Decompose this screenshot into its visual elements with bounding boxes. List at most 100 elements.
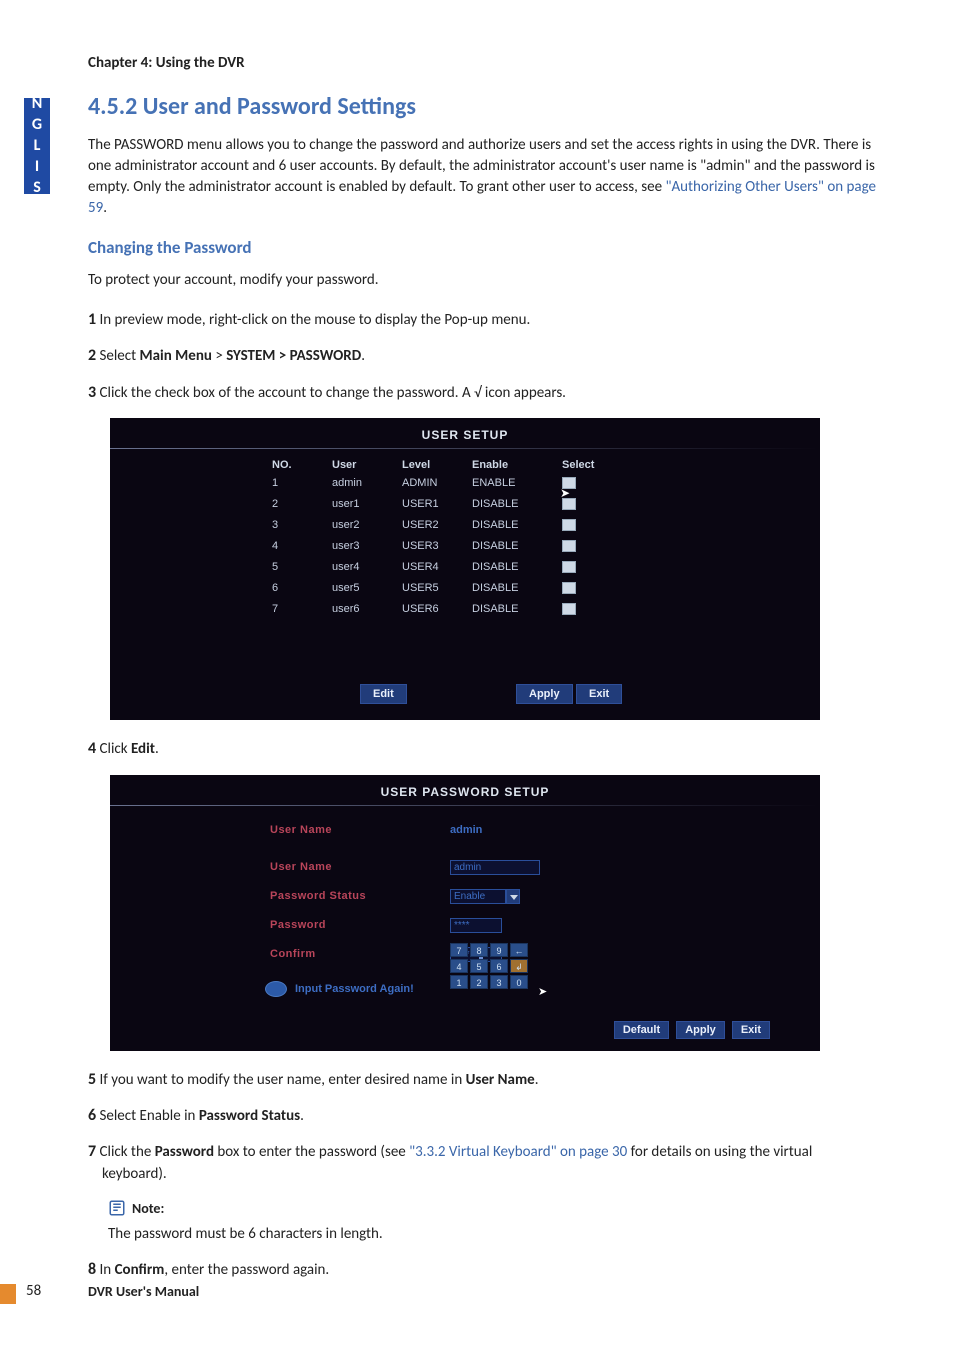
td-level: USER3 [402, 540, 472, 555]
td-level: USER1 [402, 498, 472, 513]
td-select[interactable] [562, 498, 622, 513]
td-select[interactable] [562, 540, 622, 555]
td-user: user4 [332, 561, 402, 576]
input-password[interactable]: **** [450, 918, 502, 933]
cursor-icon: ➤ [560, 486, 570, 500]
th-user: User [332, 459, 402, 471]
intro-paragraph: The PASSWORD menu allows you to change t… [88, 135, 878, 219]
checkbox-icon[interactable] [562, 540, 576, 552]
step-2-mid: > [212, 347, 226, 365]
key-backspace-icon[interactable]: ← [510, 943, 528, 957]
input-user-name[interactable]: admin [450, 860, 540, 875]
user-table: NO. User Level Enable Select 1 admin ADM… [272, 459, 820, 618]
td-level: USER2 [402, 519, 472, 534]
step-2-post: . [361, 347, 365, 365]
language-tab-label: ENGLISH [28, 73, 47, 220]
step-2-b2: SYSTEM > PASSWORD [226, 347, 361, 365]
apply-button[interactable]: Apply [676, 1021, 725, 1039]
key-2[interactable]: 2 [470, 975, 488, 989]
td-user: user1 [332, 498, 402, 513]
checkbox-icon[interactable] [562, 582, 576, 594]
td-user: user3 [332, 540, 402, 555]
step-8-num: 8 [88, 1260, 96, 1279]
td-no: 6 [272, 582, 332, 597]
td-enable: DISABLE [472, 582, 562, 597]
input-user-name-wrap: admin [450, 860, 650, 875]
exit-button[interactable]: Exit [732, 1021, 770, 1039]
label-password-status: Password Status [270, 890, 450, 902]
page-content: Chapter 4: Using the DVR 4.5.2 User and … [88, 54, 878, 1295]
td-no: 2 [272, 498, 332, 513]
virtual-keypad: 7 8 9 ← 4 5 6 ↲ 1 2 3 0 [450, 943, 528, 989]
th-enable: Enable [472, 459, 562, 471]
label-user-name: User Name [270, 861, 450, 873]
checkbox-icon[interactable] [562, 561, 576, 573]
td-enable: DISABLE [472, 540, 562, 555]
exit-button[interactable]: Exit [576, 684, 622, 704]
subsection-title: Changing the Password [88, 237, 878, 258]
td-enable: ENABLE [472, 477, 562, 492]
key-0[interactable]: 0 [510, 975, 528, 989]
step-4-pre: Click [96, 740, 131, 758]
step-5-post: . [535, 1071, 539, 1089]
step-3-text: Click the check box of the account to ch… [96, 384, 566, 402]
key-3[interactable]: 3 [490, 975, 508, 989]
step-3: 3 Click the check box of the account to … [88, 382, 878, 404]
step-8-b: Confirm [115, 1261, 165, 1279]
td-select[interactable] [562, 582, 622, 597]
page-number: 58 [26, 1282, 41, 1300]
default-button[interactable]: Default [614, 1021, 669, 1039]
select-password-status[interactable]: Enable [450, 889, 506, 904]
step-6-pre: Select Enable in [96, 1107, 199, 1125]
user-setup-screenshot: USER SETUP NO. User Level Enable Select … [110, 418, 820, 720]
chevron-down-icon[interactable] [506, 889, 520, 904]
user-password-setup-screenshot: USER PASSWORD SETUP User Name admin User… [110, 775, 820, 1051]
step-6-post: . [300, 1107, 304, 1125]
apply-button[interactable]: Apply [516, 684, 573, 704]
step-1: 1 In preview mode, right-click on the mo… [88, 309, 878, 331]
td-level: USER4 [402, 561, 472, 576]
speech-bubble-icon [265, 981, 287, 997]
key-5[interactable]: 5 [470, 959, 488, 973]
key-4[interactable]: 4 [450, 959, 468, 973]
step-4-post: . [155, 740, 159, 758]
key-6[interactable]: 6 [490, 959, 508, 973]
step-2-b1: Main Menu [140, 347, 212, 365]
chapter-heading: Chapter 4: Using the DVR [88, 54, 878, 72]
td-no: 1 [272, 477, 332, 492]
td-level: ADMIN [402, 477, 472, 492]
intro-after: . [103, 199, 107, 217]
td-select[interactable] [562, 519, 622, 534]
key-9[interactable]: 9 [490, 943, 508, 957]
input-tip: Input Password Again! [265, 981, 414, 997]
key-7[interactable]: 7 [450, 943, 468, 957]
td-enable: DISABLE [472, 519, 562, 534]
step-8-post: , enter the password again. [164, 1261, 329, 1279]
td-no: 7 [272, 603, 332, 618]
checkbox-icon[interactable] [562, 603, 576, 615]
key-1[interactable]: 1 [450, 975, 468, 989]
td-select[interactable] [562, 477, 622, 492]
step-4: 4 Click Edit. [88, 738, 878, 760]
note-label: Note: [132, 1200, 164, 1217]
note-text: The password must be 6 characters in len… [108, 1225, 878, 1243]
step-4-b: Edit [131, 740, 155, 758]
edit-button[interactable]: Edit [360, 684, 407, 704]
td-user: user6 [332, 603, 402, 618]
th-select: Select [562, 459, 622, 471]
td-select[interactable] [562, 603, 622, 618]
password-form: User Name admin User Name admin Password… [270, 824, 820, 962]
select-password-status-wrap: Enable [450, 889, 650, 904]
step-6-b: Password Status [199, 1107, 300, 1125]
td-enable: DISABLE [472, 603, 562, 618]
step-2-num: 2 [88, 346, 96, 365]
td-select[interactable] [562, 561, 622, 576]
language-tab: ENGLISH [24, 98, 50, 194]
step-7-link[interactable]: "3.3.2 Virtual Keyboard" on page 30 [409, 1143, 627, 1161]
key-enter-icon[interactable]: ↲ [510, 959, 528, 973]
step-1-num: 1 [88, 310, 96, 329]
checkbox-icon[interactable] [562, 519, 576, 531]
label-password: Password [270, 919, 450, 931]
step-1-text: In preview mode, right-click on the mous… [96, 311, 530, 329]
key-8[interactable]: 8 [470, 943, 488, 957]
